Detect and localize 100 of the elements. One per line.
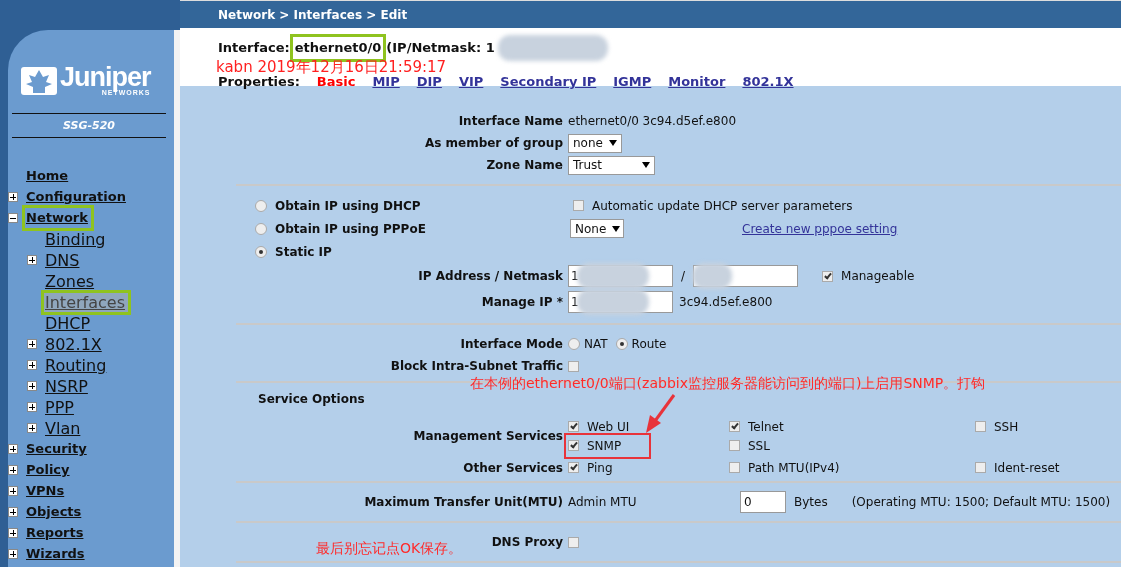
interface-label: Interface: (218, 39, 290, 58)
nav-link[interactable]: Objects (25, 502, 85, 522)
tab[interactable]: VIP (458, 72, 484, 92)
tab[interactable]: IGMP (613, 72, 652, 92)
checkbox-label: Path MTU(IPv4) (748, 459, 840, 477)
checkbox[interactable] (729, 462, 740, 473)
nav-link[interactable]: PPP (44, 397, 77, 417)
checkbox[interactable] (568, 360, 579, 372)
checkbox[interactable] (729, 421, 740, 432)
radio-button[interactable] (255, 245, 267, 258)
field-sublabel: Admin MTU (568, 494, 638, 511)
dropdown[interactable]: none (568, 133, 622, 153)
checkbox-label: Automatic update DHCP server parameters (592, 197, 853, 215)
checkbox[interactable] (573, 200, 584, 211)
checkbox-label: Web UI (587, 418, 630, 436)
nav-link[interactable]: Reports (25, 523, 87, 543)
tab[interactable]: Monitor (668, 72, 726, 92)
mac-address: 3c94.d5ef.e800 (679, 294, 773, 311)
expand-toggle[interactable] (8, 465, 18, 475)
nav-link[interactable]: 802.1X (44, 334, 105, 354)
expand-toggle[interactable] (8, 528, 18, 538)
expand-toggle[interactable] (27, 255, 37, 265)
section-title: Service Options (258, 392, 365, 406)
checkbox-label: Manageable (841, 268, 915, 285)
nav-link[interactable]: Vlan (44, 418, 84, 438)
field-label: IP Address / Netmask (418, 269, 563, 283)
checkbox-label: SSL (748, 437, 770, 455)
checkbox-label: Ident-reset (994, 459, 1060, 477)
expand-toggle[interactable] (27, 360, 37, 370)
nav-link[interactable]: DHCP (44, 313, 94, 333)
radio-button[interactable] (255, 222, 267, 235)
radio-label: Static IP (275, 243, 333, 261)
redaction-blur (577, 263, 649, 289)
annotation-arrow (643, 393, 677, 435)
radio-label: NAT (584, 336, 608, 353)
annotation-text: 在本例的ethernet0/0端口(zabbix监控服务器能访问到的端口)上启用SNMP。打钩 (470, 374, 986, 393)
expand-toggle[interactable] (8, 507, 18, 517)
expand-toggle[interactable] (8, 549, 18, 559)
field-label: As member of group (424, 136, 563, 150)
expand-toggle[interactable] (27, 381, 37, 391)
checkbox[interactable] (568, 440, 579, 451)
checkbox[interactable] (568, 536, 579, 548)
expand-toggle[interactable] (27, 423, 37, 433)
tab[interactable]: 802.1X (742, 72, 794, 92)
dropdown[interactable]: Trust (568, 155, 655, 175)
nav-link[interactable]: Routing (44, 355, 110, 375)
device-model: SSG-520 (63, 119, 115, 132)
expand-toggle[interactable] (27, 402, 37, 412)
field-label: Other Services (463, 460, 563, 475)
checkbox[interactable] (822, 270, 834, 282)
input-field[interactable]: 1 (568, 265, 673, 287)
radio-label: Obtain IP using PPPoE (275, 220, 427, 238)
checkbox[interactable] (975, 421, 986, 432)
expand-toggle[interactable] (27, 339, 37, 349)
input-field[interactable]: 1 (568, 291, 673, 313)
field-label: Management Services (413, 429, 563, 443)
unit-label: Bytes (794, 494, 828, 511)
interface-name: ethernet0/0 (292, 37, 384, 59)
field-label: Manage IP * (481, 295, 563, 309)
expand-toggle[interactable] (8, 192, 18, 202)
checkbox[interactable] (975, 462, 986, 473)
checkbox[interactable] (568, 421, 579, 432)
radio-label: Obtain IP using DHCP (275, 197, 422, 215)
field-label: Maximum Transfer Unit(MTU) (364, 495, 563, 509)
nav-link[interactable]: Configuration (25, 187, 129, 207)
pppoe-link[interactable]: Create new pppoe setting (742, 219, 898, 238)
checkbox-label: SNMP (587, 437, 622, 455)
expand-toggle[interactable] (8, 444, 18, 454)
collapse-toggle[interactable] (8, 213, 18, 223)
dropdown[interactable]: None (570, 219, 624, 238)
nav-link[interactable]: Interfaces (44, 292, 128, 312)
input-field[interactable] (693, 265, 799, 287)
redaction-blur (577, 289, 649, 315)
radio-button[interactable] (255, 199, 267, 212)
nav-link[interactable]: NSRP (44, 376, 91, 396)
tab[interactable]: Secondary IP (500, 72, 597, 92)
redaction-blur (692, 263, 733, 289)
field-label: Block Intra-Subnet Traffic (390, 359, 563, 373)
breadcrumb: Network > Interfaces > Edit (218, 8, 408, 22)
expand-toggle[interactable] (8, 486, 18, 496)
nav-link[interactable]: Policy (25, 460, 73, 480)
checkbox[interactable] (568, 462, 579, 473)
nav-link[interactable]: Network (25, 208, 91, 228)
input-field[interactable]: 0 (740, 491, 786, 513)
nav-link[interactable]: Binding (44, 229, 109, 249)
radio-button[interactable] (615, 338, 628, 350)
nav-link[interactable]: Wizards (25, 544, 88, 564)
nav-link[interactable]: Security (25, 439, 90, 459)
separator: / (681, 268, 686, 285)
radio-button[interactable] (568, 338, 580, 350)
checkbox[interactable] (729, 440, 740, 451)
checkbox-label: Telnet (748, 418, 784, 436)
nav-link[interactable]: VPNs (25, 481, 68, 501)
field-label: Interface Name (458, 114, 563, 128)
radio-label: Route (631, 336, 667, 353)
nav-link[interactable]: Zones (44, 271, 98, 291)
ip-netmask-label: (IP/Netmask: 1 (386, 39, 495, 58)
annotation-text: 最后别忘记点OK保存。 (316, 539, 463, 558)
nav-link[interactable]: Home (25, 166, 72, 186)
nav-link[interactable]: DNS (44, 250, 83, 270)
